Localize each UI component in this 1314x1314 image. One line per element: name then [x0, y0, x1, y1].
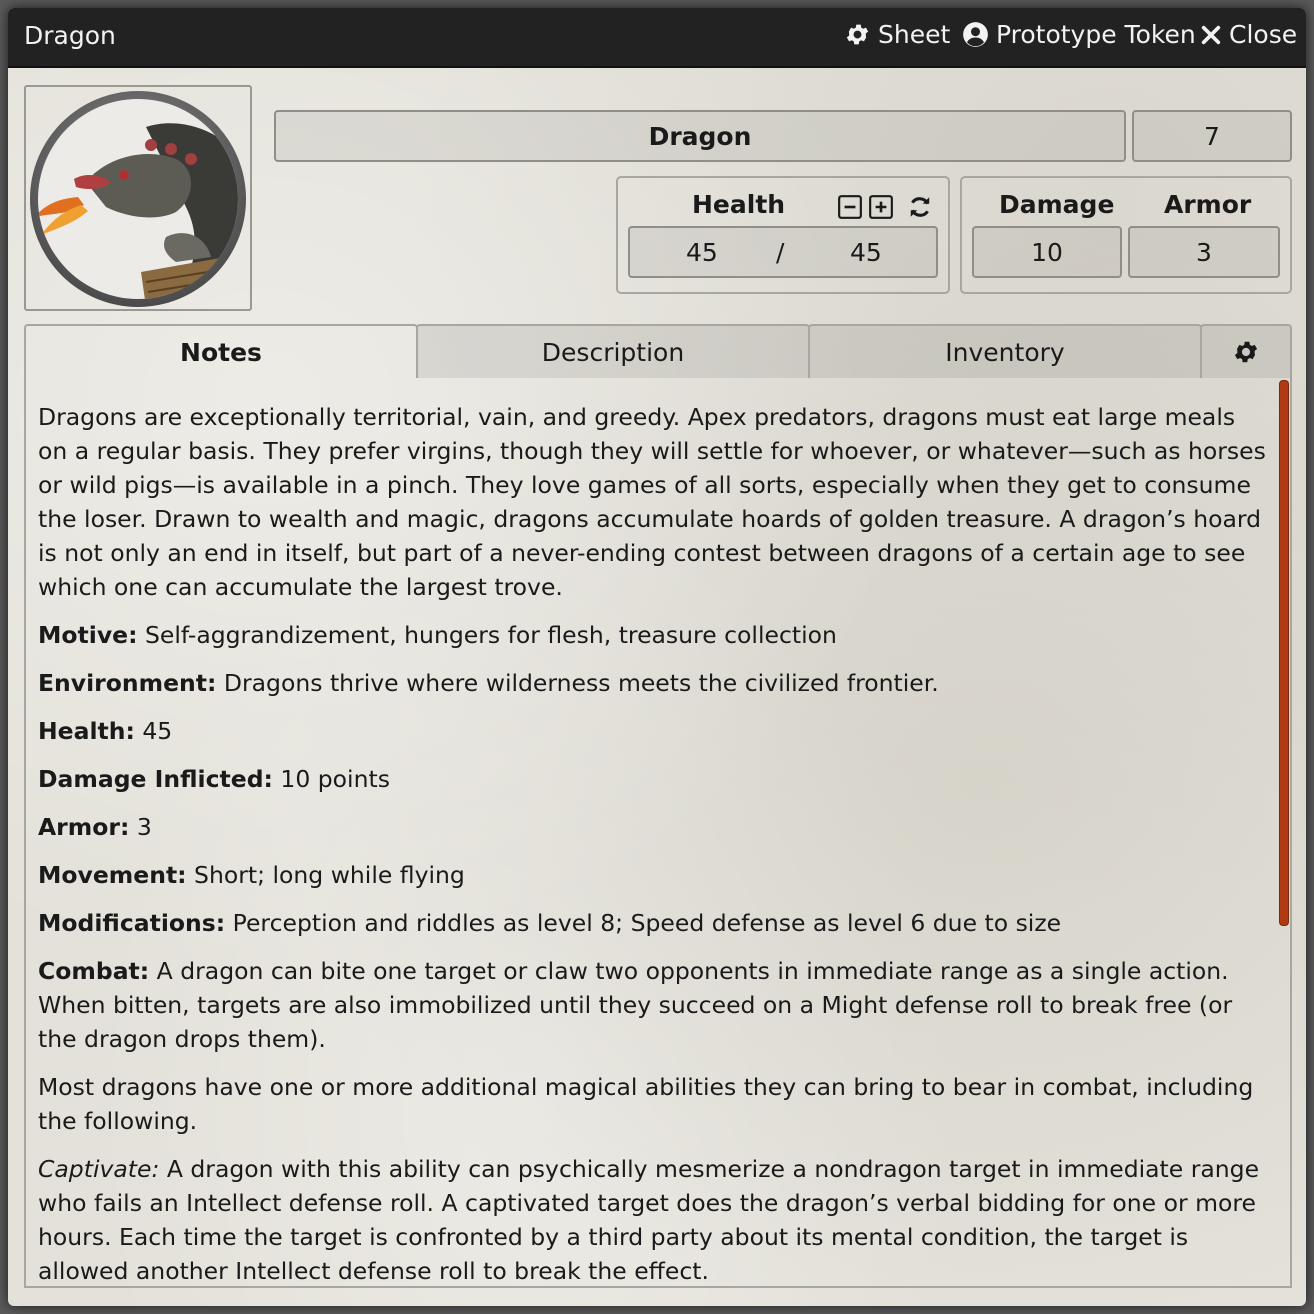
tab-notes[interactable]: Notes [24, 324, 418, 378]
combat-text: A dragon can bite one target or claw two… [38, 957, 1233, 1053]
movement-label: Movement: [38, 861, 187, 889]
notes-modifications: Modifications: Perception and riddles as… [38, 906, 1270, 940]
modifications-label: Modifications: [38, 909, 226, 937]
actor-sheet-window: Dragon Sheet Prototype Token Close Drago… [8, 8, 1306, 1306]
environment-text: Dragons thrive where wilderness meets th… [216, 669, 939, 697]
armor-label: Armor [1164, 190, 1252, 219]
damage-field[interactable]: 10 [972, 226, 1122, 278]
health-separator: / [776, 237, 785, 267]
tab-inventory[interactable]: Inventory [808, 324, 1202, 378]
tab-description[interactable]: Description [416, 324, 810, 378]
plus-square-icon[interactable] [868, 194, 894, 220]
armor-note-text: 3 [129, 813, 152, 841]
refresh-icon[interactable] [907, 194, 933, 220]
close-label: Close [1229, 20, 1298, 49]
motive-text: Self-aggrandizement, hungers for flesh, … [137, 621, 837, 649]
health-field: 45 / 45 [628, 226, 938, 278]
tab-settings[interactable] [1200, 324, 1292, 378]
damage-note-text: 10 points [272, 765, 390, 793]
notes-environment: Environment: Dragons thrive where wilder… [38, 666, 1270, 700]
close-icon [1201, 25, 1221, 44]
sheet-config-button[interactable]: Sheet [844, 20, 950, 49]
notes-health: Health: 45 [38, 714, 1270, 748]
prototype-token-label: Prototype Token [996, 20, 1196, 49]
movement-text: Short; long while flying [186, 861, 465, 889]
window-header[interactable]: Dragon Sheet Prototype Token Close [8, 8, 1306, 68]
captivate-label: Captivate: [38, 1155, 160, 1183]
notes-panel[interactable]: Dragons are exceptionally territorial, v… [24, 376, 1292, 1288]
damage-label: Damage [999, 190, 1115, 219]
armor-note-label: Armor: [38, 813, 130, 841]
notes-abilities: Most dragons have one or more additional… [38, 1073, 1254, 1135]
combat-label: Combat: [38, 957, 150, 985]
captivate-text: A dragon with this ability can psychical… [38, 1155, 1260, 1285]
user-circle-icon [963, 22, 988, 47]
notes-combat: Combat: A dragon can bite one target or … [38, 954, 1270, 1056]
notes-damage: Damage Inflicted: 10 points [38, 762, 1270, 796]
damage-note-label: Damage Inflicted: [38, 765, 273, 793]
health-note-label: Health: [38, 717, 135, 745]
minus-square-icon[interactable] [837, 194, 863, 220]
notes-intro: Dragons are exceptionally territorial, v… [38, 403, 1266, 601]
motive-label: Motive: [38, 621, 138, 649]
dragon-token-image [30, 91, 246, 307]
actor-portrait[interactable] [24, 85, 252, 311]
notes-text: Dragons are exceptionally territorial, v… [38, 400, 1270, 1286]
notes-armor: Armor: 3 [38, 810, 1270, 844]
gear-icon [1234, 341, 1258, 363]
health-note-text: 45 [134, 717, 173, 745]
actor-name-field[interactable]: Dragon [274, 110, 1126, 162]
health-label: Health [692, 190, 786, 219]
close-button[interactable]: Close [1200, 20, 1297, 49]
sheet-tabs: Notes Description Inventory [24, 324, 1292, 378]
sheet-label: Sheet [878, 20, 951, 49]
gear-icon [846, 24, 869, 45]
notes-captivate: Captivate: A dragon with this ability ca… [38, 1152, 1270, 1286]
modifications-text: Perception and riddles as level 8; Speed… [225, 909, 1062, 937]
notes-motive: Motive: Self-aggrandizement, hungers for… [38, 618, 1270, 652]
environment-label: Environment: [38, 669, 217, 697]
notes-movement: Movement: Short; long while flying [38, 858, 1270, 892]
window-title: Dragon [24, 21, 116, 50]
armor-field[interactable]: 3 [1128, 226, 1280, 278]
health-max-input[interactable]: 45 [850, 238, 882, 267]
prototype-token-button[interactable]: Prototype Token [962, 20, 1196, 49]
actor-level-field[interactable]: 7 [1132, 110, 1292, 162]
notes-scrollbar[interactable] [1279, 380, 1289, 926]
health-value-input[interactable]: 45 [686, 238, 718, 267]
